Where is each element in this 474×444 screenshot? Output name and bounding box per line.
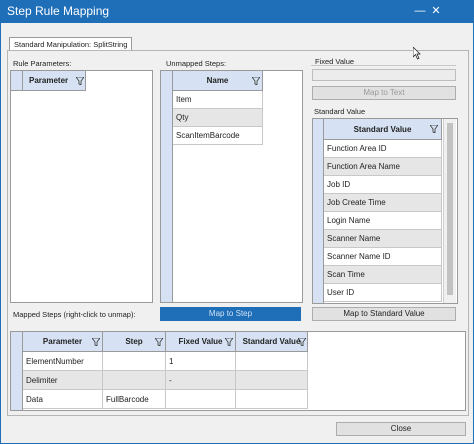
list-item[interactable]: ScanItemBarcode <box>173 127 263 145</box>
column-header-fixed-value[interactable]: Fixed Value <box>166 332 236 352</box>
divider <box>311 65 456 66</box>
unmapped-steps-grid[interactable]: Name Item Qty ScanItemBarcode <box>160 70 303 303</box>
unmapped-steps-label: Unmapped Steps: <box>166 59 227 68</box>
table-cell[interactable]: FullBarcode <box>103 390 166 409</box>
list-item[interactable]: Scan Time <box>324 266 442 284</box>
filter-icon[interactable] <box>225 338 233 346</box>
table-cell[interactable] <box>236 352 308 371</box>
rule-parameters-grid[interactable]: Parameter <box>10 70 153 303</box>
table-cell[interactable]: Delimiter <box>23 371 103 390</box>
mouse-cursor-icon <box>413 47 421 60</box>
mapped-steps-label: Mapped Steps (right-click to unmap): <box>13 310 136 319</box>
column-header-name[interactable]: Name <box>173 71 263 91</box>
standard-value-grid[interactable]: Standard Value Function Area ID Function… <box>312 118 458 304</box>
vertical-scrollbar[interactable] <box>443 119 456 303</box>
scrollbar-thumb[interactable] <box>447 123 453 295</box>
list-item[interactable]: User ID <box>324 284 442 302</box>
fixed-value-input[interactable] <box>312 69 456 81</box>
standard-value-label: Standard Value <box>314 107 366 116</box>
list-item[interactable]: Function Area Name <box>324 158 442 176</box>
list-item[interactable]: Qty <box>173 109 263 127</box>
title-bar: Step Rule Mapping — ✕ <box>1 1 473 23</box>
column-header-label: Parameter <box>29 76 69 85</box>
filter-icon[interactable] <box>252 77 260 85</box>
list-item[interactable]: Function Area ID <box>324 140 442 158</box>
map-to-step-button[interactable]: Map to Step <box>160 307 301 321</box>
column-header-label: Standard Value <box>353 125 412 134</box>
tab-standard-manipulation[interactable]: Standard Manipulation: SplitString <box>9 37 133 51</box>
list-item[interactable]: Scanner Name <box>324 230 442 248</box>
column-header-label: Name <box>206 76 229 85</box>
table-cell[interactable]: ElementNumber <box>23 352 103 371</box>
rule-parameters-label: Rule Parameters: <box>13 59 72 68</box>
filter-icon[interactable] <box>92 338 100 346</box>
window-title: Step Rule Mapping <box>7 4 110 18</box>
table-cell[interactable] <box>236 371 308 390</box>
table-cell[interactable]: - <box>166 371 236 390</box>
close-button[interactable]: Close <box>336 422 466 436</box>
step-rule-mapping-window: Step Rule Mapping — ✕ Standard Manipulat… <box>0 0 474 444</box>
table-cell[interactable] <box>236 390 308 409</box>
list-item[interactable]: Login Name <box>324 212 442 230</box>
row-header-column <box>161 71 173 302</box>
map-to-text-button[interactable]: Map to Text <box>312 86 456 100</box>
column-header-standard-value[interactable]: Standard Value <box>324 119 442 140</box>
row-header-column <box>313 119 324 303</box>
list-item[interactable]: Job ID <box>324 176 442 194</box>
table-cell[interactable] <box>103 371 166 390</box>
map-to-standard-value-button[interactable]: Map to Standard Value <box>312 307 456 321</box>
filter-icon[interactable] <box>76 77 84 85</box>
table-cell[interactable] <box>166 390 236 409</box>
list-item[interactable]: Job Create Time <box>324 194 442 212</box>
filter-icon[interactable] <box>155 338 163 346</box>
column-header-parameter[interactable]: Parameter <box>23 71 86 91</box>
table-cell[interactable]: Data <box>23 390 103 409</box>
column-header-standard-value[interactable]: Standard Value <box>236 332 308 352</box>
list-item[interactable]: Item <box>173 91 263 109</box>
column-header-label: Parameter <box>42 337 83 346</box>
column-header-step[interactable]: Step <box>103 332 166 352</box>
filter-icon[interactable] <box>430 125 438 133</box>
grid-corner <box>11 71 23 91</box>
list-item[interactable]: Scanner Name ID <box>324 248 442 266</box>
mapped-steps-grid[interactable]: Parameter Step Fixed Value Standard Valu… <box>10 331 466 411</box>
row-header-column <box>11 332 23 410</box>
column-header-label: Step <box>125 337 143 346</box>
column-header-parameter[interactable]: Parameter <box>23 332 103 352</box>
table-cell[interactable] <box>103 352 166 371</box>
column-header-label: Fixed Value <box>178 337 223 346</box>
column-header-label: Standard Value <box>242 337 301 346</box>
table-cell[interactable]: 1 <box>166 352 236 371</box>
close-window-button[interactable]: ✕ <box>427 3 445 19</box>
filter-icon[interactable] <box>298 338 306 346</box>
